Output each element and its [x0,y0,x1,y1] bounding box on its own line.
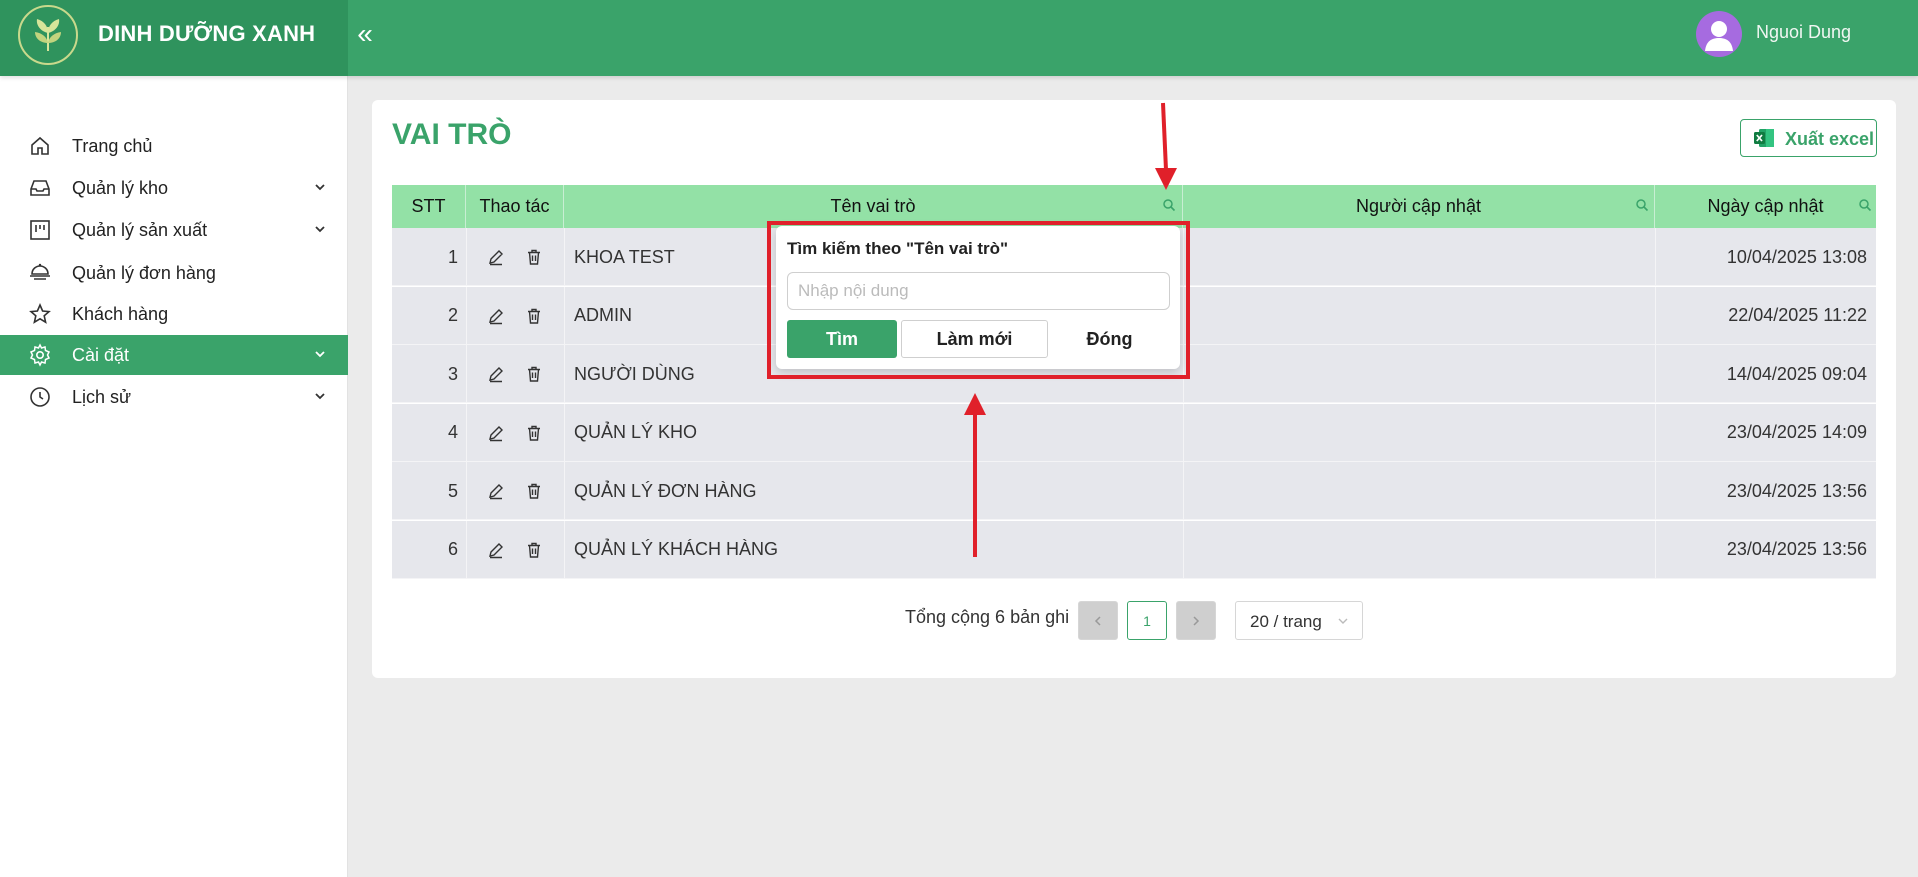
edit-icon[interactable] [487,541,505,559]
sidebar-item-label: Trang chủ [72,136,153,156]
edit-icon[interactable] [487,365,505,383]
chevron-down-icon [315,226,325,233]
cell-updated-at: 23/04/2025 13:56 [1726,480,1867,501]
sidebar-item-label: Quản lý sản xuất [72,220,208,240]
search-input[interactable] [787,272,1170,310]
sidebar-item-production[interactable]: Quản lý sản xuất [0,210,348,250]
clock-icon [30,387,50,407]
table-row: 5 QUẢN LÝ ĐƠN HÀNG 23/04/2025 13:56 [392,462,1876,520]
edit-icon[interactable] [487,424,505,442]
sidebar-item-label: Cài đặt [72,345,130,365]
board-icon [30,220,50,240]
cell-stt: 5 [447,480,458,501]
cell-role-name: QUẢN LÝ ĐƠN HÀNG [574,480,757,501]
cell-role-name: QUẢN LÝ KHO [574,422,698,442]
top-header: DINH DƯỠNG XANH « Nguoi Dung [0,0,1918,76]
chevron-down-icon [315,184,325,191]
close-button[interactable]: Đóng [1052,320,1167,358]
leaf-logo-icon [18,5,78,65]
page-size-value: 20 / trang [1250,612,1322,631]
table-row: 4 QUẢN LÝ KHO 23/04/2025 14:09 [392,403,1876,462]
delete-icon[interactable] [525,541,543,559]
next-page-button[interactable] [1176,601,1216,640]
export-excel-button[interactable]: Xuất excel [1740,119,1877,157]
find-button[interactable]: Tìm [787,320,897,358]
cell-stt: 6 [447,539,458,559]
chevron-down-icon [1338,618,1348,624]
sidebar: Trang chủ Quản lý kho Quản lý sản xuất Q… [0,76,348,877]
chevron-down-icon [315,393,325,400]
cell-updated-by [1192,228,1647,286]
edit-icon[interactable] [487,482,505,500]
export-excel-label: Xuất excel [1785,129,1875,149]
sidebar-item-settings[interactable]: Cài đặt [0,335,348,375]
cell-updated-by [1192,521,1647,579]
cell-stt: 3 [447,363,458,384]
edit-icon[interactable] [487,248,505,266]
column-header-updated-by[interactable]: Người cập nhật [1183,185,1655,228]
page-title: VAI TRÒ [392,118,512,151]
updated-at-search-icon[interactable] [1858,198,1872,212]
page-1-button[interactable]: 1 [1127,601,1167,640]
delete-icon[interactable] [525,365,543,383]
cell-updated-at: 22/04/2025 11:22 [1728,305,1867,325]
cell-updated-by [1192,462,1647,520]
page-size-select[interactable]: 20 / trang [1235,601,1363,640]
cell-stt: 1 [447,246,458,267]
sidebar-item-label: Quản lý đơn hàng [72,263,216,283]
role-name-search-icon[interactable] [1162,198,1176,212]
delete-icon[interactable] [525,424,543,442]
updated-by-search-icon[interactable] [1635,198,1649,212]
sidebar-item-customers[interactable]: Khách hàng [0,294,348,334]
cell-updated-at: 23/04/2025 13:56 [1726,539,1867,559]
delete-icon[interactable] [525,307,543,325]
column-header-role-name[interactable]: Tên vai trò [564,185,1183,228]
cell-updated-by [1192,404,1647,462]
delete-icon[interactable] [525,482,543,500]
gear-icon [29,343,51,367]
home-icon [31,136,49,155]
inbox-icon [30,180,50,196]
chevron-right-icon [1193,615,1200,626]
cell-stt: 4 [447,422,458,442]
sidebar-item-label: Lịch sử [72,387,132,407]
cell-role-name: QUẢN LÝ KHÁCH HÀNG [574,539,779,559]
sidebar-item-label: Khách hàng [72,304,169,324]
star-icon [29,302,51,324]
reset-button[interactable]: Làm mới [901,320,1048,358]
prev-page-button[interactable] [1078,601,1118,640]
chevron-left-icon [1094,615,1101,626]
user-name[interactable]: Nguoi Dung [1756,22,1851,43]
search-popup-title: Tìm kiếm theo "Tên vai trò" [787,239,1009,258]
delete-icon[interactable] [525,248,543,266]
cell-updated-by [1192,345,1647,403]
total-records: Tổng cộng 6 bản ghi [905,607,1070,627]
sidebar-item-warehouse[interactable]: Quản lý kho [0,168,348,208]
sidebar-item-orders[interactable]: Quản lý đơn hàng [0,253,348,293]
chevron-down-icon [315,351,325,358]
brand-name: DINH DƯỠNG XANH [98,21,316,46]
cell-updated-at: 14/04/2025 09:04 [1726,363,1867,384]
food-cover-icon [30,263,50,280]
logo-area: DINH DƯỠNG XANH [0,0,348,76]
column-header-stt: STT [392,185,466,228]
cell-updated-at: 10/04/2025 13:08 [1726,246,1867,267]
table-header: STT Thao tác Tên vai trò Người cập nhật … [392,185,1876,228]
cell-stt: 2 [447,305,458,325]
column-header-actions: Thao tác [466,185,564,228]
column-header-updated-at[interactable]: Ngày cập nhật [1655,185,1876,228]
sidebar-item-home[interactable]: Trang chủ [0,126,348,166]
table-row: 6 QUẢN LÝ KHÁCH HÀNG 23/04/2025 13:56 [392,520,1876,579]
sidebar-item-label: Quản lý kho [72,178,169,198]
sidebar-item-history[interactable]: Lịch sử [0,377,348,417]
collapse-sidebar-button[interactable]: « [350,20,380,50]
avatar[interactable] [1696,11,1742,57]
cell-updated-at: 23/04/2025 14:09 [1726,422,1867,442]
edit-icon[interactable] [487,307,505,325]
excel-icon [1754,129,1774,147]
cell-updated-by [1192,287,1647,345]
